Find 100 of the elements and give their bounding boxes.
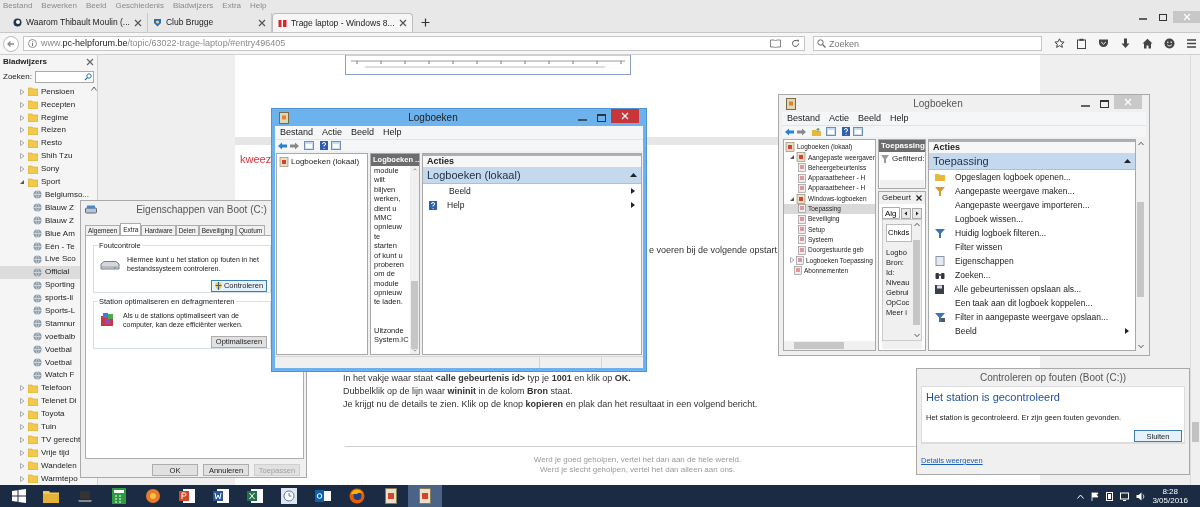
bookmark-folder[interactable]: Vrije tijd bbox=[41, 446, 70, 459]
folder-icon[interactable] bbox=[812, 127, 821, 136]
bookmark-folder[interactable]: Resto bbox=[41, 137, 62, 150]
action-item[interactable]: Eigenschappen bbox=[929, 254, 1135, 268]
section-header[interactable]: Logboeken (lokaal) bbox=[423, 167, 641, 184]
clock-time[interactable]: 8:28 bbox=[1162, 487, 1178, 496]
address-field[interactable]: www.pc-helpforum.be/topic/63022-trage-laptop/#entry496405 bbox=[23, 36, 805, 51]
pocket-icon[interactable] bbox=[1098, 38, 1109, 49]
bookmark-folder[interactable]: TV gerecht bbox=[41, 433, 81, 446]
close-icon[interactable] bbox=[133, 18, 142, 27]
bookmark-folder[interactable]: Wandelen bbox=[41, 459, 77, 472]
bookmark-item[interactable]: Stamnur bbox=[0, 317, 80, 331]
bookmark-item[interactable]: voetbalb bbox=[0, 330, 80, 344]
bookmark-folder[interactable]: Sony bbox=[41, 163, 60, 176]
close-icon[interactable] bbox=[916, 195, 922, 201]
battery-icon[interactable] bbox=[1106, 491, 1114, 501]
action-item[interactable]: Zoeken... bbox=[929, 268, 1135, 282]
download-icon[interactable] bbox=[1120, 38, 1131, 49]
maximize-icon[interactable] bbox=[1159, 13, 1167, 21]
action-item[interactable]: Help bbox=[423, 198, 641, 212]
action-item[interactable]: Beeld bbox=[423, 184, 641, 198]
bookmark-folder[interactable]: Recepten bbox=[41, 98, 76, 111]
action-item[interactable]: Beeld bbox=[929, 324, 1135, 338]
scroll-thumb[interactable] bbox=[1137, 201, 1144, 297]
tab[interactable]: Alg bbox=[882, 207, 900, 219]
maximize-icon[interactable] bbox=[597, 113, 606, 122]
back-button[interactable] bbox=[3, 35, 19, 52]
close-icon[interactable] bbox=[257, 18, 266, 27]
caret-icon[interactable] bbox=[19, 179, 25, 186]
scroll-thumb[interactable] bbox=[913, 239, 920, 325]
bookmark-folder[interactable]: Warmtepo bbox=[41, 472, 78, 485]
flag-icon[interactable] bbox=[1091, 491, 1100, 501]
star-icon[interactable] bbox=[1054, 38, 1065, 49]
tree-item[interactable]: Logboeken (lokaal) bbox=[291, 156, 360, 168]
scroll-thumb[interactable] bbox=[1192, 422, 1199, 442]
scroll-down-icon[interactable] bbox=[1137, 344, 1144, 349]
bookmark-folder[interactable]: Telefoon bbox=[41, 382, 72, 395]
scroll-up-icon[interactable] bbox=[90, 86, 97, 92]
menu-item[interactable]: Beeld bbox=[351, 125, 375, 140]
bookmark-item[interactable]: Blauw Z bbox=[0, 214, 80, 228]
bookmark-folder[interactable]: Reizen bbox=[41, 124, 66, 137]
bookmark-item[interactable]: Official bbox=[0, 265, 80, 279]
scroll-right-button[interactable] bbox=[911, 207, 922, 219]
bookmark-item[interactable]: Watch F bbox=[0, 368, 80, 382]
chevron-up-icon[interactable] bbox=[1077, 493, 1085, 499]
maximize-icon[interactable] bbox=[1100, 99, 1109, 108]
menu-icon[interactable] bbox=[1186, 38, 1197, 49]
action-item[interactable]: Huidig logboek filteren... bbox=[929, 226, 1135, 240]
close-icon[interactable] bbox=[398, 19, 407, 27]
bookmark-item[interactable]: Blue Am bbox=[0, 227, 80, 241]
bookmark-folder[interactable]: Tuin bbox=[41, 420, 57, 433]
back-icon[interactable] bbox=[278, 141, 287, 150]
menu-item[interactable]: Help bbox=[383, 125, 402, 140]
bookmark-item[interactable]: sports-li bbox=[0, 291, 80, 305]
bookmark-folder[interactable]: Pensioen bbox=[41, 85, 75, 98]
bookmark-item[interactable]: Belgiumso... bbox=[0, 188, 90, 202]
scroll-up-icon[interactable] bbox=[1137, 141, 1144, 146]
bookmark-folder[interactable]: Regime bbox=[41, 111, 69, 124]
monitor-icon[interactable] bbox=[1120, 491, 1130, 501]
scrollbar[interactable] bbox=[880, 180, 924, 188]
info-icon[interactable] bbox=[28, 39, 37, 48]
bookmark-item[interactable]: Eén - Te bbox=[0, 240, 80, 253]
scrollbar[interactable] bbox=[882, 341, 922, 349]
search-field[interactable]: Zoeken bbox=[813, 36, 1042, 51]
forward-icon[interactable] bbox=[797, 127, 806, 136]
scroll-down-icon[interactable] bbox=[913, 333, 920, 338]
browser-tab[interactable]: Club Brugge bbox=[147, 13, 272, 32]
bookmark-folder[interactable]: Shih Tzu bbox=[41, 150, 73, 163]
scrollbar[interactable] bbox=[1190, 55, 1200, 485]
pane-icon[interactable] bbox=[853, 127, 863, 136]
action-item[interactable]: Aangepaste weergave maken... bbox=[929, 184, 1135, 198]
menu-item[interactable]: Bestand bbox=[787, 111, 821, 126]
action-item[interactable]: Opgeslagen logboek openen... bbox=[929, 170, 1135, 184]
help-icon[interactable] bbox=[842, 127, 850, 136]
smiley-icon[interactable] bbox=[1164, 38, 1175, 49]
speaker-icon[interactable] bbox=[1136, 491, 1146, 501]
bookmark-folder[interactable]: Telenet Di bbox=[41, 395, 77, 408]
scrollbar[interactable] bbox=[912, 220, 921, 340]
home-icon[interactable] bbox=[1142, 38, 1153, 49]
close-button[interactable] bbox=[611, 109, 639, 123]
reader-icon[interactable] bbox=[770, 39, 781, 48]
bookmark-folder[interactable]: Toyota bbox=[41, 408, 65, 421]
action-item[interactable]: Alle gebeurtenissen opslaan als... bbox=[929, 282, 1135, 296]
bookmark-item[interactable]: Blauw Z bbox=[0, 201, 80, 215]
forward-icon[interactable] bbox=[290, 141, 299, 150]
clock-date[interactable]: 3/05/2016 bbox=[1152, 496, 1188, 505]
action-item[interactable]: Een taak aan dit logboek koppelen... bbox=[929, 296, 1135, 310]
scroll-up-icon[interactable] bbox=[913, 222, 920, 227]
menu-item[interactable]: Beeld bbox=[858, 111, 882, 126]
action-item[interactable]: Aangepaste weergave importeren... bbox=[929, 198, 1135, 212]
scroll-thumb[interactable] bbox=[794, 342, 844, 349]
action-item[interactable]: Filter wissen bbox=[929, 240, 1135, 254]
scroll-down-icon[interactable] bbox=[411, 349, 418, 352]
pane-icon[interactable] bbox=[331, 141, 341, 150]
reload-icon[interactable] bbox=[791, 39, 800, 48]
bookmark-item[interactable]: Sporting bbox=[0, 278, 80, 292]
bookmark-item[interactable]: Live Sco bbox=[0, 252, 80, 266]
menu-item[interactable]: Help bbox=[890, 111, 909, 126]
scroll-left-button[interactable] bbox=[900, 207, 911, 219]
search-field[interactable] bbox=[34, 71, 94, 84]
